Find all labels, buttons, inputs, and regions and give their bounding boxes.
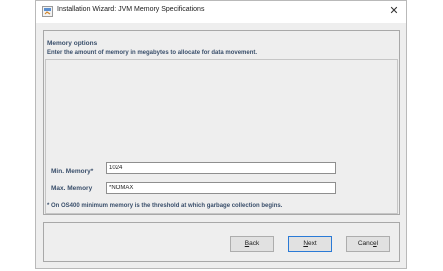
window-title: Installation Wizard: JVM Memory Specific… [57, 6, 205, 13]
installation-wizard-window: Installation Wizard: JVM Memory Specific… [35, 0, 407, 269]
java-installer-icon [42, 6, 53, 17]
memory-options-description: Enter the amount of memory in megabytes … [47, 50, 258, 56]
os400-note: * On OS400 minimum memory is the thresho… [47, 203, 283, 209]
back-button[interactable]: Back [230, 236, 274, 252]
cancel-label-start: Canc [357, 240, 374, 247]
title-bar[interactable]: Installation Wizard: JVM Memory Specific… [36, 1, 406, 23]
cancel-label-end: l [376, 240, 379, 247]
back-label: ack [249, 240, 260, 247]
min-memory-input[interactable] [106, 162, 336, 174]
max-memory-label: Max. Memory [51, 185, 93, 192]
button-bar: Back Next Cancel [43, 222, 400, 262]
close-icon: ✕ [389, 5, 399, 17]
next-label: ext [308, 240, 317, 247]
cancel-button[interactable]: Cancel [346, 236, 390, 252]
min-memory-label: Min. Memory* [51, 168, 94, 175]
max-memory-input[interactable] [106, 182, 336, 194]
close-button[interactable]: ✕ [386, 3, 402, 19]
memory-options-heading: Memory options [47, 40, 98, 47]
next-button[interactable]: Next [288, 236, 332, 252]
memory-options-panel: Memory options Enter the amount of memor… [43, 30, 400, 215]
